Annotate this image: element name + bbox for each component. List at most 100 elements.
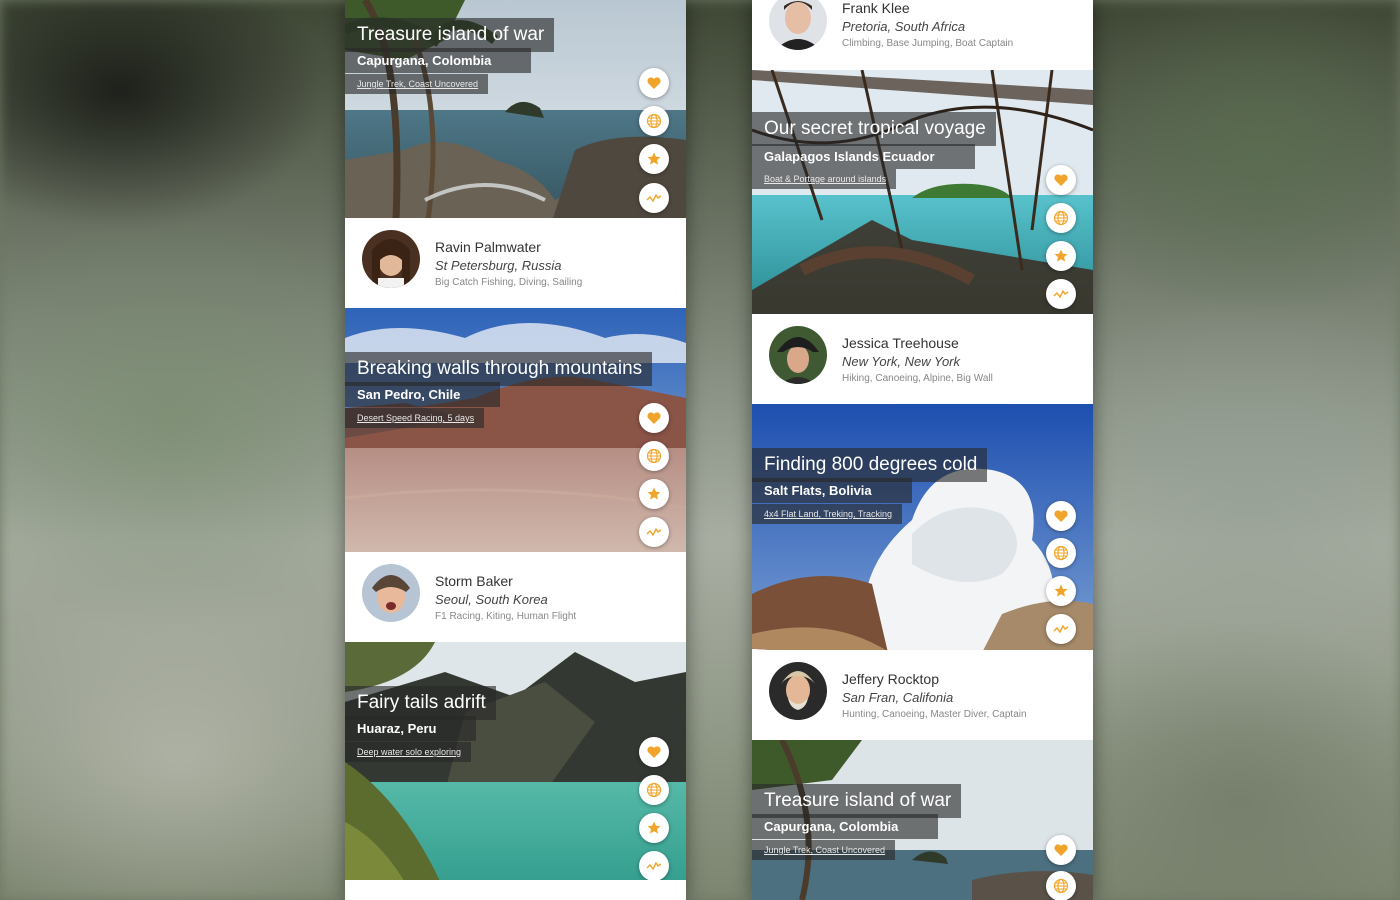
globe-icon (1053, 878, 1069, 894)
activity-button[interactable] (1046, 614, 1076, 644)
trip-card[interactable]: Breaking walls through mountains San Ped… (345, 308, 686, 576)
trip-title: Treasure island of war (345, 18, 555, 52)
profile-location: New York, New York (842, 354, 961, 369)
trip-photo (345, 642, 686, 900)
profile-location: Pretoria, South Africa (842, 19, 966, 34)
trip-tags-link[interactable]: Boat & Portage around islands (752, 169, 897, 189)
star-icon (1054, 584, 1068, 597)
heart-icon (647, 77, 661, 89)
profile-skills: Climbing, Base Jumping, Boat Captain (842, 38, 1014, 49)
heart-icon (647, 746, 661, 758)
trip-title: Our secret tropical voyage (752, 112, 996, 146)
globe-icon (646, 448, 662, 464)
trip-tags-link[interactable]: 4x4 Flat Land, Treking, Tracking (752, 504, 903, 524)
profile-location: San Fran, Califonia (842, 690, 954, 705)
like-button[interactable] (639, 403, 669, 433)
trip-tags-link[interactable]: Jungle Trek, Coast Uncovered (345, 74, 489, 94)
trip-location: San Pedro, Chile (345, 382, 501, 407)
favorite-button[interactable] (1046, 241, 1076, 271)
heart-icon (647, 412, 661, 424)
globe-button[interactable] (1046, 538, 1076, 568)
profile-skills: Hunting, Canoeing, Master Diver, Captain (842, 709, 1027, 720)
star-icon (647, 487, 661, 500)
like-button[interactable] (639, 68, 669, 98)
trip-tags-link[interactable]: Jungle Trek, Coast Uncovered (752, 840, 896, 860)
like-button[interactable] (1046, 165, 1076, 195)
avatar[interactable] (769, 326, 827, 384)
trip-card[interactable]: Fairy tails adrift Huaraz, Peru Deep wat… (345, 642, 686, 900)
activity-icon (646, 861, 662, 871)
profile-name[interactable]: Frank Klee (842, 0, 910, 16)
favorite-button[interactable] (639, 813, 669, 843)
trip-card[interactable]: Finding 800 degrees cold Salt Flats, Bol… (752, 404, 1093, 670)
profile-row[interactable]: Storm Baker Seoul, South Korea F1 Racing… (345, 552, 686, 652)
trip-title: Treasure island of war (752, 784, 962, 818)
activity-icon (646, 527, 662, 537)
profile-name[interactable]: Ravin Palmwater (435, 239, 541, 255)
trip-location: Capurgana, Colombia (752, 814, 939, 839)
trip-tags-link[interactable]: Deep water solo exploring (345, 742, 472, 762)
activity-icon (646, 193, 662, 203)
globe-icon (1053, 210, 1069, 226)
profile-name[interactable]: Jessica Treehouse (842, 335, 959, 351)
profile-skills: Big Catch Fishing, Diving, Sailing (435, 277, 583, 288)
heart-icon (1054, 844, 1068, 856)
profile-row[interactable]: Jessica Treehouse New York, New York Hik… (752, 314, 1093, 414)
globe-button[interactable] (639, 441, 669, 471)
avatar[interactable] (769, 662, 827, 720)
avatar[interactable] (362, 230, 420, 288)
avatar[interactable] (769, 0, 827, 50)
trip-card[interactable]: Treasure island of war Capurgana, Colomb… (752, 740, 1093, 900)
favorite-button[interactable] (639, 144, 669, 174)
card-footer-edge (345, 880, 686, 900)
feed-column-left[interactable]: Treasure island of war Capurgana, Colomb… (345, 0, 686, 900)
activity-icon (1053, 289, 1069, 299)
star-icon (1054, 249, 1068, 262)
globe-button[interactable] (639, 775, 669, 805)
favorite-button[interactable] (639, 479, 669, 509)
activity-button[interactable] (639, 183, 669, 213)
trip-photo (752, 404, 1093, 670)
globe-button[interactable] (639, 106, 669, 136)
activity-icon (1053, 624, 1069, 634)
avatar[interactable] (362, 564, 420, 622)
profile-row[interactable]: Frank Klee Pretoria, South Africa Climbi… (752, 0, 1093, 80)
profile-skills: Hiking, Canoeing, Alpine, Big Wall (842, 373, 993, 384)
trip-tags-link[interactable]: Desert Speed Racing, 5 days (345, 408, 485, 428)
profile-name[interactable]: Jeffery Rocktop (842, 671, 939, 687)
trip-photo (345, 308, 686, 576)
star-icon (647, 821, 661, 834)
trip-card[interactable]: Treasure island of war Capurgana, Colomb… (345, 0, 686, 240)
globe-icon (646, 113, 662, 129)
profile-row[interactable]: Jeffery Rocktop San Fran, Califonia Hunt… (752, 650, 1093, 750)
activity-button[interactable] (1046, 279, 1076, 309)
globe-icon (646, 782, 662, 798)
trip-title: Fairy tails adrift (345, 686, 496, 720)
like-button[interactable] (639, 737, 669, 767)
profile-name[interactable]: Storm Baker (435, 573, 513, 589)
trip-location: Huaraz, Peru (345, 716, 477, 741)
globe-button[interactable] (1046, 203, 1076, 233)
globe-icon (1053, 545, 1069, 561)
heart-icon (1054, 174, 1068, 186)
profile-location: Seoul, South Korea (435, 592, 548, 607)
profile-location: St Petersburg, Russia (435, 258, 562, 273)
trip-location: Salt Flats, Bolivia (752, 478, 912, 503)
favorite-button[interactable] (1046, 576, 1076, 606)
like-button[interactable] (1046, 835, 1076, 865)
like-button[interactable] (1046, 501, 1076, 531)
star-icon (647, 152, 661, 165)
trip-location: Capurgana, Colombia (345, 48, 532, 73)
profile-row[interactable]: Ravin Palmwater St Petersburg, Russia Bi… (345, 218, 686, 318)
trip-title: Breaking walls through mountains (345, 352, 653, 386)
heart-icon (1054, 510, 1068, 522)
trip-title: Finding 800 degrees cold (752, 448, 988, 482)
activity-button[interactable] (639, 517, 669, 547)
blurred-background (0, 0, 1400, 900)
feed-column-right[interactable]: Frank Klee Pretoria, South Africa Climbi… (752, 0, 1093, 900)
profile-skills: F1 Racing, Kiting, Human Flight (435, 611, 577, 622)
activity-button[interactable] (639, 851, 669, 881)
trip-card[interactable]: Our secret tropical voyage Galapagos Isl… (752, 70, 1093, 336)
globe-button[interactable] (1046, 871, 1076, 900)
trip-photo (752, 70, 1093, 336)
